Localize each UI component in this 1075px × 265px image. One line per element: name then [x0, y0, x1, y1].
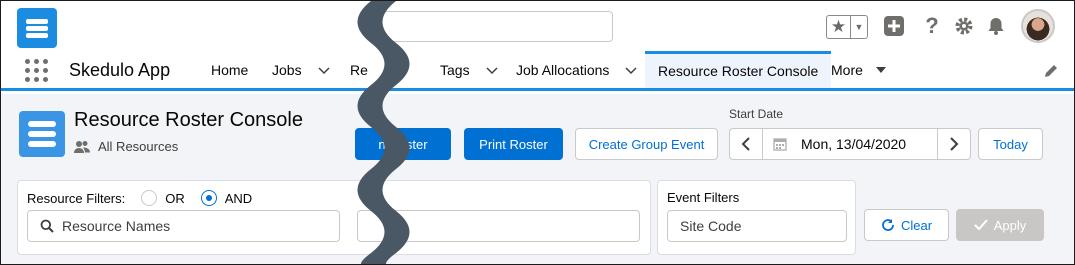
- torn-edge-overlay: [357, 1, 410, 264]
